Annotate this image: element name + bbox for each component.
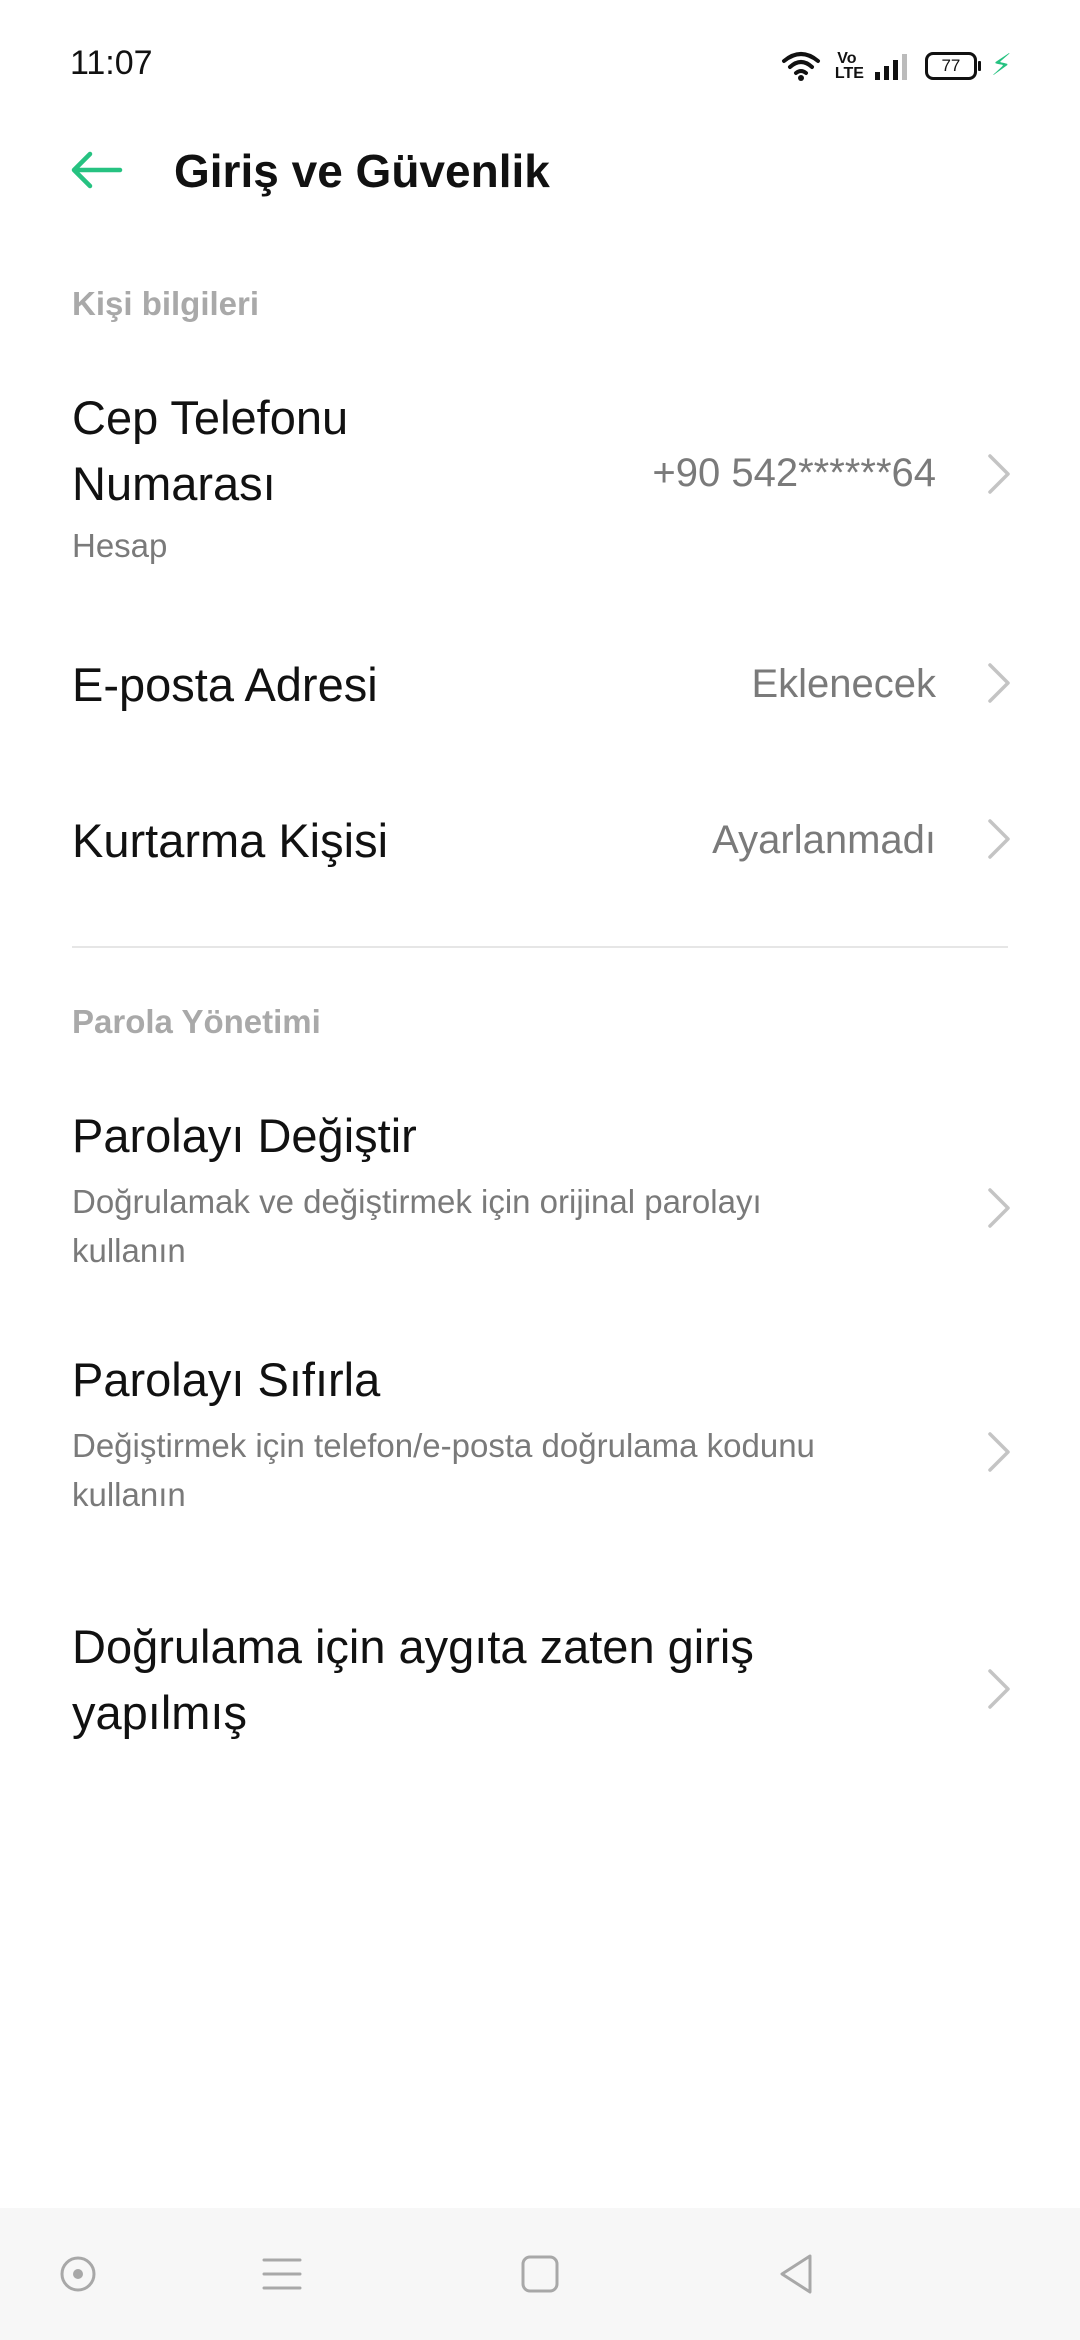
- chevron-right-icon: [988, 1188, 1010, 1228]
- recovery-contact-row[interactable]: Kurtarma Kişisi Ayarlanmadı: [0, 786, 1080, 896]
- status-icons: Vo LTE 77 ⚡: [781, 46, 1012, 86]
- phone-value: +90 542******64: [652, 451, 936, 495]
- section-header-personal: Kişi bilgileri: [72, 285, 260, 322]
- back-button[interactable]: [60, 140, 132, 200]
- wifi-icon: [781, 52, 820, 81]
- arrow-left-icon: [71, 151, 123, 189]
- volte-icon: Vo LTE: [834, 50, 864, 82]
- menu-icon: [262, 2258, 302, 2290]
- page-title: Giriş ve Güvenlik: [174, 145, 550, 197]
- reset-password-row[interactable]: Parolayı Sıfırla Değiştirmek için telefo…: [0, 1337, 1080, 1537]
- email-row[interactable]: E-posta Adresi Eklenecek: [0, 630, 1080, 740]
- change-password-row[interactable]: Parolayı Değiştir Doğrulamak ve değiştir…: [0, 1093, 1080, 1293]
- phone-title-line1: Cep Telefonu: [72, 391, 349, 444]
- phone-number-row[interactable]: Cep Telefonu Numarası Hesap +90 542*****…: [0, 375, 1080, 590]
- reset-password-subtitle-line2: kullanın: [72, 1476, 186, 1513]
- battery-icon: 77: [924, 52, 981, 80]
- recovery-title: Kurtarma Kişisi: [72, 814, 389, 867]
- home-icon: [521, 2255, 559, 2293]
- email-title: E-posta Adresi: [72, 658, 378, 711]
- chevron-right-icon: [988, 454, 1010, 494]
- chevron-right-icon: [988, 663, 1010, 703]
- device-verification-title-line1: Doğrulama için aygıta zaten giriş: [72, 1620, 754, 1673]
- status-bar: 11:07 Vo LTE 77 ⚡: [0, 0, 1080, 130]
- section-divider: [72, 946, 1008, 948]
- back-triangle-icon: [780, 2254, 812, 2294]
- reset-password-title: Parolayı Sıfırla: [72, 1353, 381, 1406]
- status-time: 11:07: [70, 44, 153, 82]
- assistant-button[interactable]: [48, 2244, 108, 2304]
- app-bar: Giriş ve Güvenlik: [0, 120, 1080, 220]
- change-password-subtitle-line2: kullanın: [72, 1232, 186, 1269]
- assistant-icon: [60, 2256, 96, 2292]
- recovery-value: Ayarlanmadı: [712, 818, 936, 862]
- device-verification-row[interactable]: Doğrulama için aygıta zaten giriş yapılm…: [0, 1608, 1080, 1758]
- home-button[interactable]: [510, 2244, 570, 2304]
- change-password-subtitle-line1: Doğrulamak ve değiştirmek için orijinal …: [72, 1183, 762, 1220]
- section-header-password: Parola Yönetimi: [72, 1003, 321, 1040]
- navigation-bar: [0, 2208, 1080, 2340]
- chevron-right-icon: [988, 819, 1010, 859]
- chevron-right-icon: [988, 1669, 1010, 1709]
- change-password-title: Parolayı Değiştir: [72, 1109, 417, 1162]
- back-nav-button[interactable]: [766, 2244, 826, 2304]
- email-value: Eklenecek: [751, 662, 936, 706]
- reset-password-subtitle-line1: Değiştirmek için telefon/e-posta doğrula…: [72, 1427, 815, 1464]
- device-verification-title-line2: yapılmış: [72, 1686, 247, 1739]
- chevron-right-icon: [988, 1432, 1010, 1472]
- charging-icon: ⚡: [990, 49, 1012, 82]
- phone-title-line2: Numarası: [72, 457, 276, 510]
- menu-button[interactable]: [252, 2244, 312, 2304]
- phone-subtitle: Hesap: [72, 527, 168, 564]
- signal-icon: [874, 54, 907, 80]
